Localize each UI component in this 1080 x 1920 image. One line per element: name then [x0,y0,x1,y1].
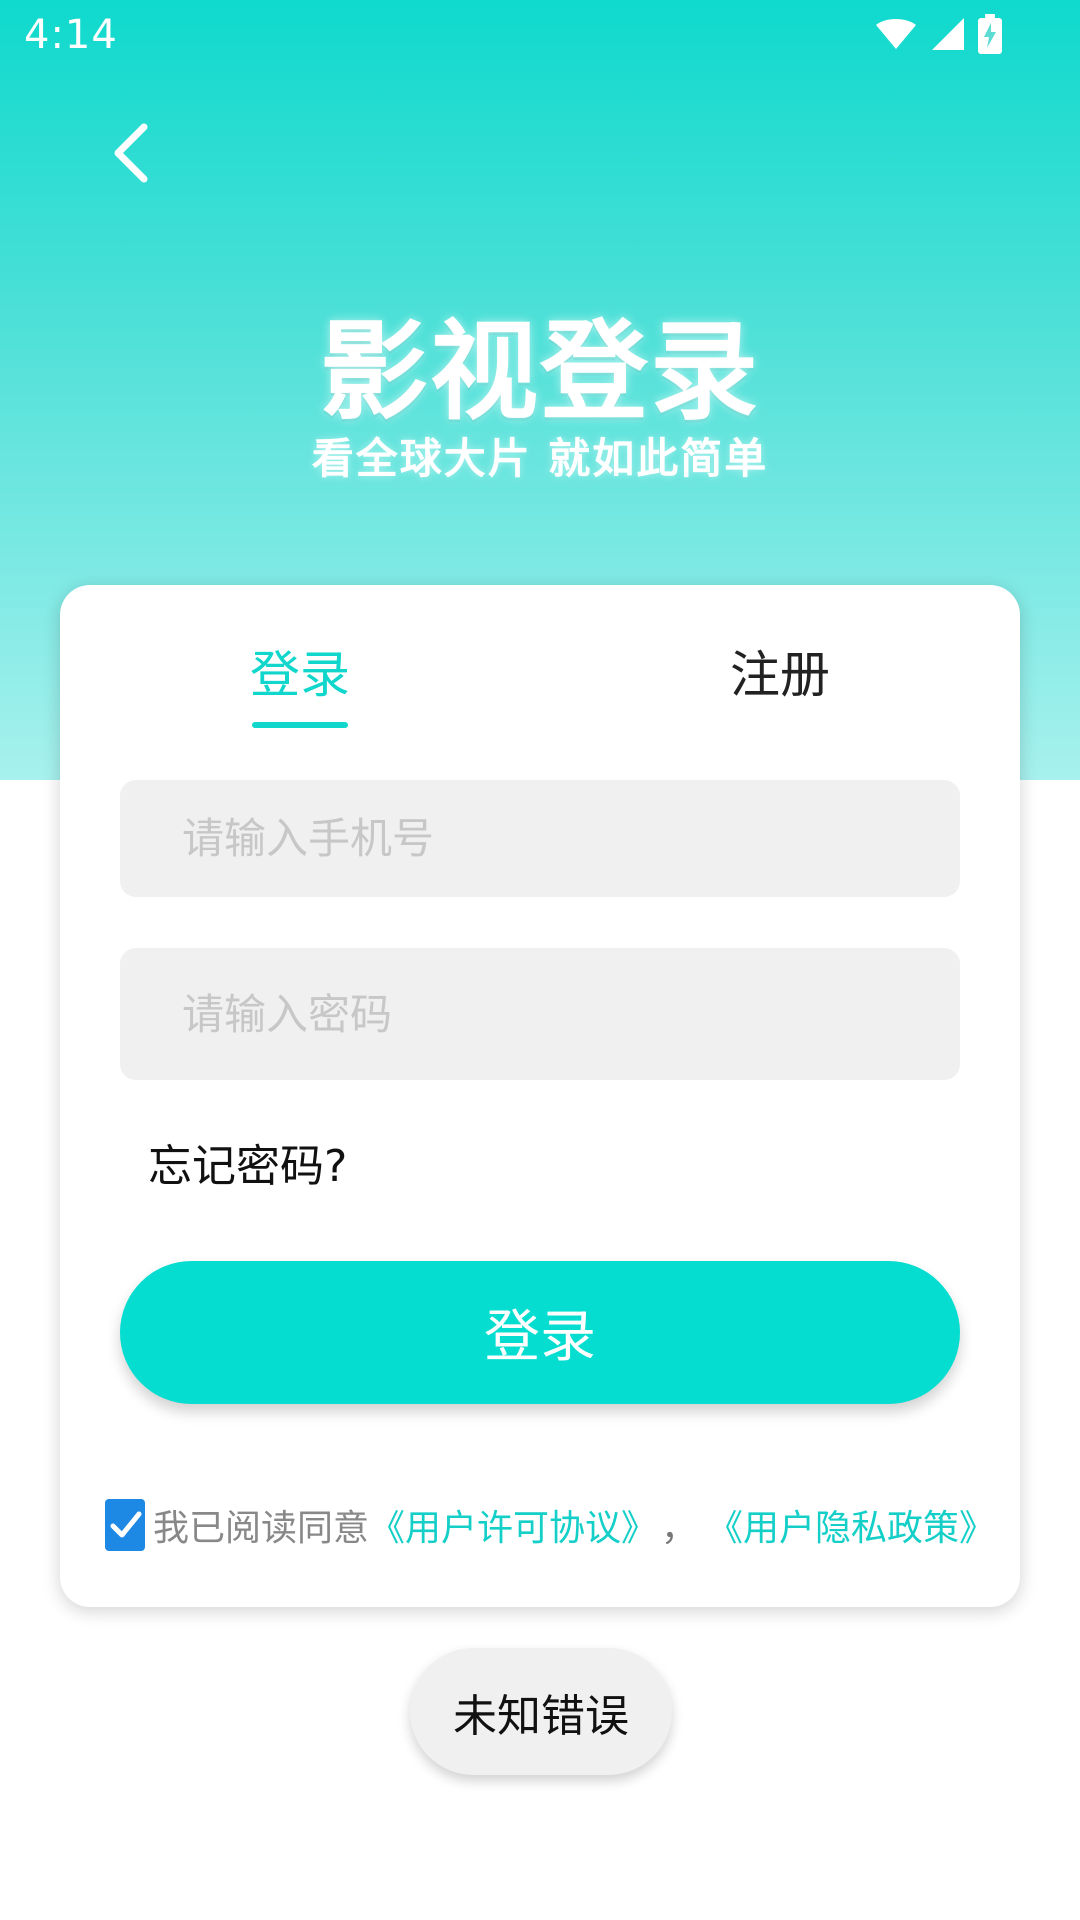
checkmark-icon [110,1511,142,1538]
user-license-link[interactable]: 《用户许可协议》 [369,1499,657,1551]
chevron-left-icon [114,123,148,183]
tab-login[interactable]: 登录 [180,635,420,707]
agreement-text: 我已阅读同意 [153,1508,370,1549]
app-subtitle: 看全球大片 就如此简单 [311,434,769,483]
app-title: 影视登录 [319,310,760,435]
battery-charging-icon [978,14,1002,54]
back-button[interactable] [100,115,160,191]
privacy-policy-link[interactable]: 《用户隐私政策》 [707,1499,995,1551]
login-button[interactable]: 登录 [120,1261,960,1404]
toast-message: 未知错误 [410,1648,672,1775]
status-bar: 4:14 [0,0,1080,72]
agreement-checkbox[interactable] [105,1499,145,1551]
phone-input[interactable] [120,780,960,897]
tab-register[interactable]: 注册 [660,635,900,707]
forgot-password-link[interactable]: 忘记密码? [148,1130,347,1194]
agreement-row: 我已阅读同意 《用户许可协议》 ， 《用户隐私政策》 [105,1495,995,1555]
status-icons [874,14,1002,54]
wifi-icon [876,19,916,49]
agreement-separator: ， [661,1508,698,1549]
password-input[interactable] [120,948,960,1080]
login-card: 登录 注册 忘记密码? 登录 我已阅读同意 《用户许可协议》 ， 《用户隐私政策… [60,585,1020,1607]
tab-indicator [252,722,348,728]
status-time: 4:14 [24,12,118,58]
signal-icon [932,18,964,50]
